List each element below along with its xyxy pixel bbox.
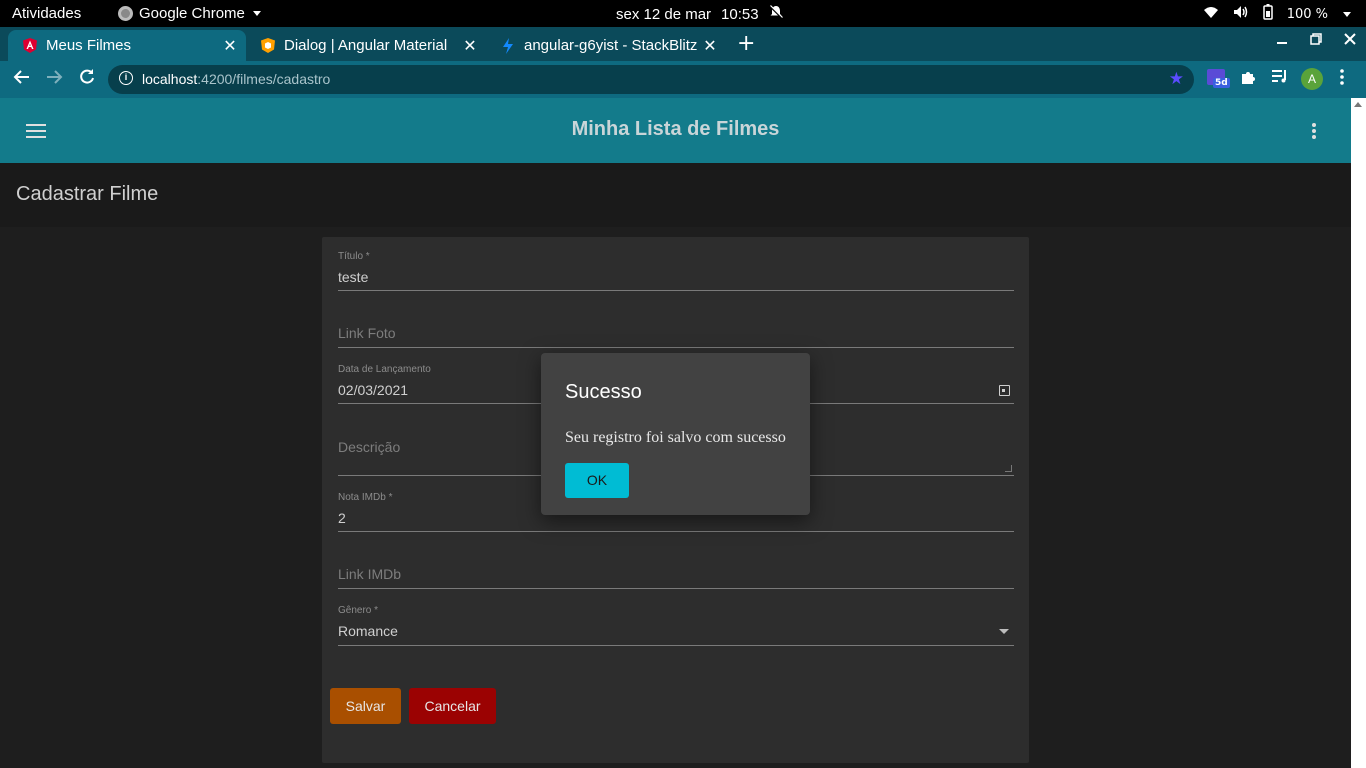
- page-content: Minha Lista de Filmes Cadastrar Filme Tí…: [0, 98, 1351, 768]
- data-lancamento-value: 02/03/2021: [338, 382, 409, 398]
- stackblitz-icon: [500, 37, 516, 54]
- app-menu-label: Google Chrome: [139, 5, 245, 22]
- page-title: Cadastrar Filme: [16, 183, 159, 205]
- tab-title: angular-g6yist - StackBlitz: [524, 37, 698, 54]
- system-tray[interactable]: 100 %: [1203, 4, 1352, 24]
- url-text: localhost:4200/filmes/cadastro: [142, 71, 330, 87]
- address-bar[interactable]: i localhost:4200/filmes/cadastro ★: [108, 65, 1194, 94]
- descricao-placeholder: Descrição: [338, 439, 401, 455]
- app-toolbar: Minha Lista de Filmes: [0, 98, 1351, 163]
- dialog-ok-button[interactable]: OK: [565, 463, 629, 498]
- link-foto-placeholder: Link Foto: [338, 325, 396, 341]
- tab-title: Meus Filmes: [46, 37, 132, 54]
- link-imdb-placeholder: Link IMDb: [338, 566, 402, 582]
- close-tab-icon[interactable]: ✕: [460, 36, 480, 56]
- titulo-value: teste: [338, 269, 369, 285]
- titulo-field[interactable]: Título * teste: [338, 251, 1014, 291]
- tab-strip: Meus Filmes ✕ Dialog | Angular Material …: [0, 27, 1366, 79]
- url-path: :4200/filmes/cadastro: [197, 71, 331, 87]
- save-button[interactable]: Salvar: [330, 688, 401, 724]
- chevron-down-icon: [252, 11, 261, 16]
- chrome-menu-icon[interactable]: [1340, 69, 1344, 89]
- more-vert-icon[interactable]: [1312, 123, 1316, 141]
- clock-date: sex 12 de mar: [616, 5, 712, 23]
- dialog-message: Seu registro foi salvo com sucesso: [565, 429, 786, 446]
- restore-icon[interactable]: [1310, 33, 1322, 49]
- tab-stackblitz[interactable]: angular-g6yist - StackBlitz ✕: [486, 30, 726, 61]
- angular-material-icon: [260, 38, 276, 54]
- scroll-up-arrow-icon[interactable]: [1354, 102, 1362, 107]
- extension-badge: 5d: [1213, 78, 1230, 88]
- tab-meus-filmes[interactable]: Meus Filmes ✕: [8, 30, 246, 61]
- extensions-puzzle-icon[interactable]: [1240, 69, 1256, 89]
- minimize-icon[interactable]: [1276, 33, 1288, 49]
- data-lancamento-label: Data de Lançamento: [338, 364, 431, 375]
- profile-avatar[interactable]: A: [1301, 68, 1323, 90]
- calendar-extension-icon[interactable]: 5d: [1207, 68, 1230, 90]
- nota-imdb-value: 2: [338, 510, 346, 526]
- genero-value: Romance: [338, 623, 398, 639]
- app-menu[interactable]: Google Chrome: [118, 5, 261, 22]
- close-tab-icon[interactable]: ✕: [700, 36, 720, 56]
- os-top-bar: Atividades Google Chrome sex 12 de mar 1…: [0, 0, 1366, 27]
- system-menu-arrow-icon: [1342, 7, 1352, 22]
- page-header: Cadastrar Filme: [0, 163, 1351, 227]
- media-queue-icon[interactable]: [1271, 69, 1288, 87]
- new-tab-button[interactable]: +: [737, 31, 755, 56]
- volume-icon: [1233, 5, 1249, 23]
- app-title: Minha Lista de Filmes: [571, 118, 780, 140]
- genero-select[interactable]: Gênero * Romance: [338, 605, 1014, 646]
- nota-imdb-label: Nota IMDb *: [338, 492, 393, 503]
- genero-label: Gênero *: [338, 605, 379, 616]
- close-window-icon[interactable]: [1344, 33, 1356, 49]
- battery-icon: [1262, 4, 1273, 24]
- dialog-title: Sucesso: [565, 381, 642, 403]
- window-controls: [1276, 33, 1356, 49]
- bookmark-star-icon[interactable]: ★: [1169, 69, 1184, 89]
- back-arrow-icon[interactable]: [13, 68, 31, 91]
- link-imdb-field[interactable]: Link IMDb: [338, 564, 1014, 589]
- resize-handle-icon[interactable]: [1005, 465, 1012, 472]
- clock[interactable]: sex 12 de mar 10:53: [616, 5, 783, 23]
- link-foto-field[interactable]: Link Foto: [338, 323, 1014, 348]
- tab-dialog-angular-material[interactable]: Dialog | Angular Material ✕: [246, 30, 486, 61]
- titulo-label: Título *: [338, 251, 370, 262]
- calendar-icon[interactable]: [999, 385, 1010, 396]
- angular-icon: [22, 38, 38, 54]
- navigation-bar: i localhost:4200/filmes/cadastro ★: [0, 61, 1366, 98]
- cancel-button[interactable]: Cancelar: [409, 688, 496, 724]
- notifications-off-icon: [768, 5, 783, 23]
- site-info-icon[interactable]: i: [119, 71, 133, 85]
- page-scrollbar[interactable]: [1351, 98, 1366, 768]
- wifi-icon: [1203, 5, 1219, 23]
- activities-button[interactable]: Atividades: [12, 5, 81, 22]
- tab-title: Dialog | Angular Material: [284, 37, 448, 54]
- forward-arrow-icon[interactable]: [45, 68, 63, 91]
- clock-time: 10:53: [721, 5, 759, 23]
- success-dialog: Sucesso Seu registro foi salvo com suces…: [541, 353, 810, 515]
- close-tab-icon[interactable]: ✕: [220, 36, 240, 56]
- url-host: localhost: [142, 71, 198, 87]
- battery-percent: 100 %: [1286, 6, 1328, 22]
- chrome-icon: [118, 6, 133, 21]
- reload-icon[interactable]: [78, 68, 96, 91]
- dropdown-arrow-icon: [999, 629, 1009, 634]
